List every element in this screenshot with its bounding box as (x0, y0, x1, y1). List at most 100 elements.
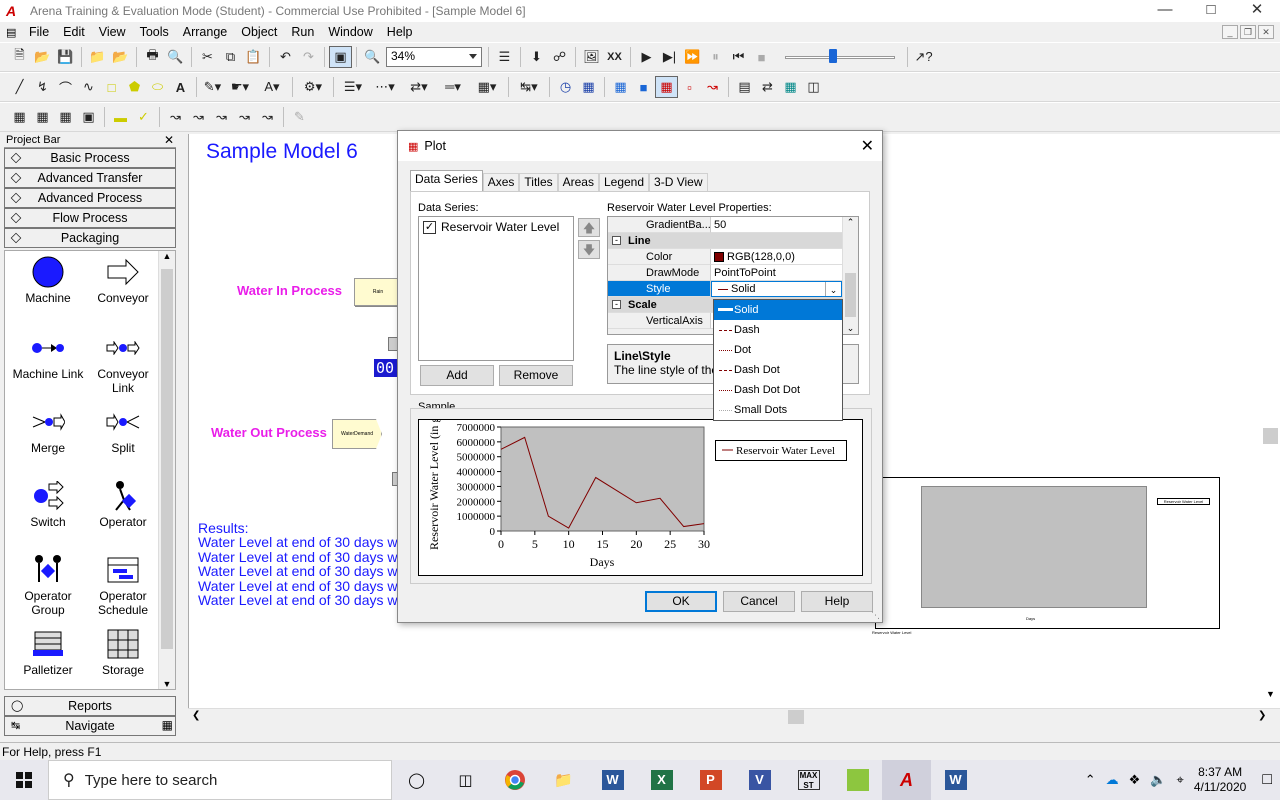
canvas-plot[interactable]: Reservoir Water Level Days Reservoir Wat… (872, 477, 1220, 635)
scroll-thumb[interactable] (845, 273, 856, 317)
notification-icon[interactable]: □ (1262, 771, 1272, 789)
module-operator-schedule[interactable]: Operator Schedule (85, 553, 161, 617)
box-tool-icon[interactable]: □ (100, 76, 123, 98)
whats-this-help-icon[interactable]: ↗? (912, 46, 935, 68)
resource-icon[interactable]: ⇄ (756, 76, 779, 98)
save-icon[interactable]: 💾 (54, 46, 77, 68)
onedrive-icon[interactable]: ☁ (1106, 772, 1119, 788)
connect-icon[interactable]: ☍ (548, 46, 571, 68)
prop-style[interactable]: Style Solid ⌄ (608, 281, 842, 297)
window-background-icon[interactable]: ⚙▾ (297, 76, 329, 98)
remove-button[interactable]: Remove (499, 365, 573, 386)
hscroll-thumb[interactable] (788, 710, 804, 724)
mdi-minimize-icon[interactable]: _ (1222, 25, 1238, 39)
panel-flow-process[interactable]: Flow Process (4, 208, 176, 228)
queue-icon[interactable]: ▤ (733, 76, 756, 98)
global-picture-icon[interactable]: ▦ (779, 76, 802, 98)
text-tool-icon[interactable]: A (169, 76, 192, 98)
resize-grip-icon[interactable]: ⋱ (871, 610, 880, 621)
scroll-down-icon[interactable]: ▼ (159, 679, 175, 689)
parking-area-icon[interactable]: ↝ (233, 106, 256, 128)
promote-path-icon[interactable]: ↝ (187, 106, 210, 128)
seize-area-icon[interactable]: ↝ (210, 106, 233, 128)
close-icon[interactable]: ✕ (1234, 0, 1280, 22)
pause-icon[interactable]: ⏸ (704, 46, 727, 68)
copy-icon[interactable]: ⧉ (219, 46, 242, 68)
collapse-icon[interactable]: - (612, 300, 621, 309)
animation-speed-slider[interactable] (785, 47, 895, 67)
panel-advanced-transfer[interactable]: Advanced Transfer (4, 168, 176, 188)
module-palletizer[interactable]: Palletizer (10, 627, 86, 677)
series-item[interactable]: ✓ Reservoir Water Level (419, 217, 573, 237)
module-machine[interactable]: Machine (10, 255, 86, 305)
arrow-style-icon[interactable]: ⇄▾ (402, 76, 436, 98)
print-icon[interactable]: 🖶 (141, 46, 164, 68)
arena-taskbar-icon[interactable]: A (882, 760, 931, 800)
route-icon[interactable]: ▦ (54, 106, 77, 128)
tab-data-series[interactable]: Data Series (410, 170, 483, 191)
module-operator[interactable]: Operator (85, 479, 161, 529)
scroll-down-icon[interactable]: ⌄ (843, 323, 858, 334)
prop-gradient[interactable]: GradientBa... 50 (608, 217, 842, 233)
cortana-icon[interactable]: ◯ (392, 760, 441, 800)
variable-icon[interactable]: ▦ (609, 76, 632, 98)
excel-icon[interactable]: X (637, 760, 686, 800)
step-icon[interactable]: ▶| (658, 46, 681, 68)
polygon-tool-icon[interactable]: ⬟ (123, 76, 146, 98)
bezier-tool-icon[interactable]: ∿ (77, 76, 100, 98)
intersection-icon[interactable]: ▦ (31, 106, 54, 128)
tab-titles[interactable]: Titles (519, 173, 558, 191)
fill-pattern-icon[interactable]: ▦▾ (470, 76, 504, 98)
series-checkbox[interactable]: ✓ (423, 220, 436, 234)
fill-color-icon[interactable]: ☛▾ (224, 76, 256, 98)
new-file-icon[interactable]: 🗎 (8, 46, 31, 68)
scroll-up-icon[interactable]: ▲ (159, 251, 175, 261)
style-option-dash[interactable]: Dash (714, 320, 842, 340)
module-merge[interactable]: Merge (10, 405, 86, 455)
line-color-icon[interactable]: ✎▾ (201, 76, 224, 98)
scroll-up-icon[interactable]: ⌃ (843, 217, 858, 228)
menu-view[interactable]: View (92, 25, 133, 39)
style-option-dash-dot[interactable]: Dash Dot (714, 360, 842, 380)
module-operator-group[interactable]: Operator Group (10, 553, 86, 617)
chrome-icon[interactable] (490, 760, 539, 800)
line-tool-icon[interactable]: ╱ (8, 76, 31, 98)
visio-icon[interactable]: V (735, 760, 784, 800)
chart-app-icon[interactable] (833, 760, 882, 800)
prop-drawmode[interactable]: DrawMode PointToPoint (608, 265, 842, 281)
clock-icon[interactable]: ◷ (554, 76, 577, 98)
submodel-down-icon[interactable]: ⬇ (525, 46, 548, 68)
dropbox-icon[interactable]: ❖ (1129, 772, 1141, 788)
thumbnail-icon[interactable]: ▦ (162, 718, 173, 732)
chevron-down-icon[interactable]: ⌄ (825, 282, 841, 296)
print-preview-icon[interactable]: 🔍 (164, 46, 187, 68)
prop-category-line[interactable]: - Line (608, 233, 842, 249)
help-button[interactable]: Help (801, 591, 873, 612)
zoom-select[interactable]: 34% (386, 47, 482, 67)
run-icon[interactable]: ▶ (635, 46, 658, 68)
module-split[interactable]: Split (85, 405, 161, 455)
view-region-icon[interactable]: ▣ (329, 46, 352, 68)
fast-forward-icon[interactable]: ⏩ (681, 46, 704, 68)
dialog-close-icon[interactable]: ✕ (861, 136, 874, 156)
zoom-icon[interactable]: 🔍 (361, 46, 384, 68)
panel-navigate[interactable]: ↹ Navigate ▦ (4, 716, 176, 736)
tab-axes[interactable]: Axes (482, 173, 520, 191)
xx-icon[interactable]: XX (603, 46, 626, 68)
project-bar-close-icon[interactable]: ✕ (164, 133, 174, 147)
canvas-scroll-down-icon[interactable]: ▼ (1262, 689, 1279, 706)
water-demand-module[interactable]: WaterDemand (332, 419, 382, 449)
vehicle-icon[interactable]: ▣ (77, 106, 100, 128)
undo-icon[interactable]: ↶ (274, 46, 297, 68)
collapse-icon[interactable]: - (612, 236, 621, 245)
menu-window[interactable]: Window (321, 25, 379, 39)
line-pattern-icon[interactable]: ═▾ (436, 76, 470, 98)
menu-edit[interactable]: Edit (56, 25, 92, 39)
move-up-button[interactable]: 🡅 (578, 218, 600, 237)
text-color-icon[interactable]: A▾ (256, 76, 288, 98)
redo-icon[interactable]: ↷ (297, 46, 320, 68)
style-option-solid[interactable]: Solid (714, 300, 842, 320)
polyline-tool-icon[interactable]: ↯ (31, 76, 54, 98)
file-explorer-icon[interactable]: 📁 (539, 760, 588, 800)
distance-icon[interactable]: ✓ (132, 106, 155, 128)
